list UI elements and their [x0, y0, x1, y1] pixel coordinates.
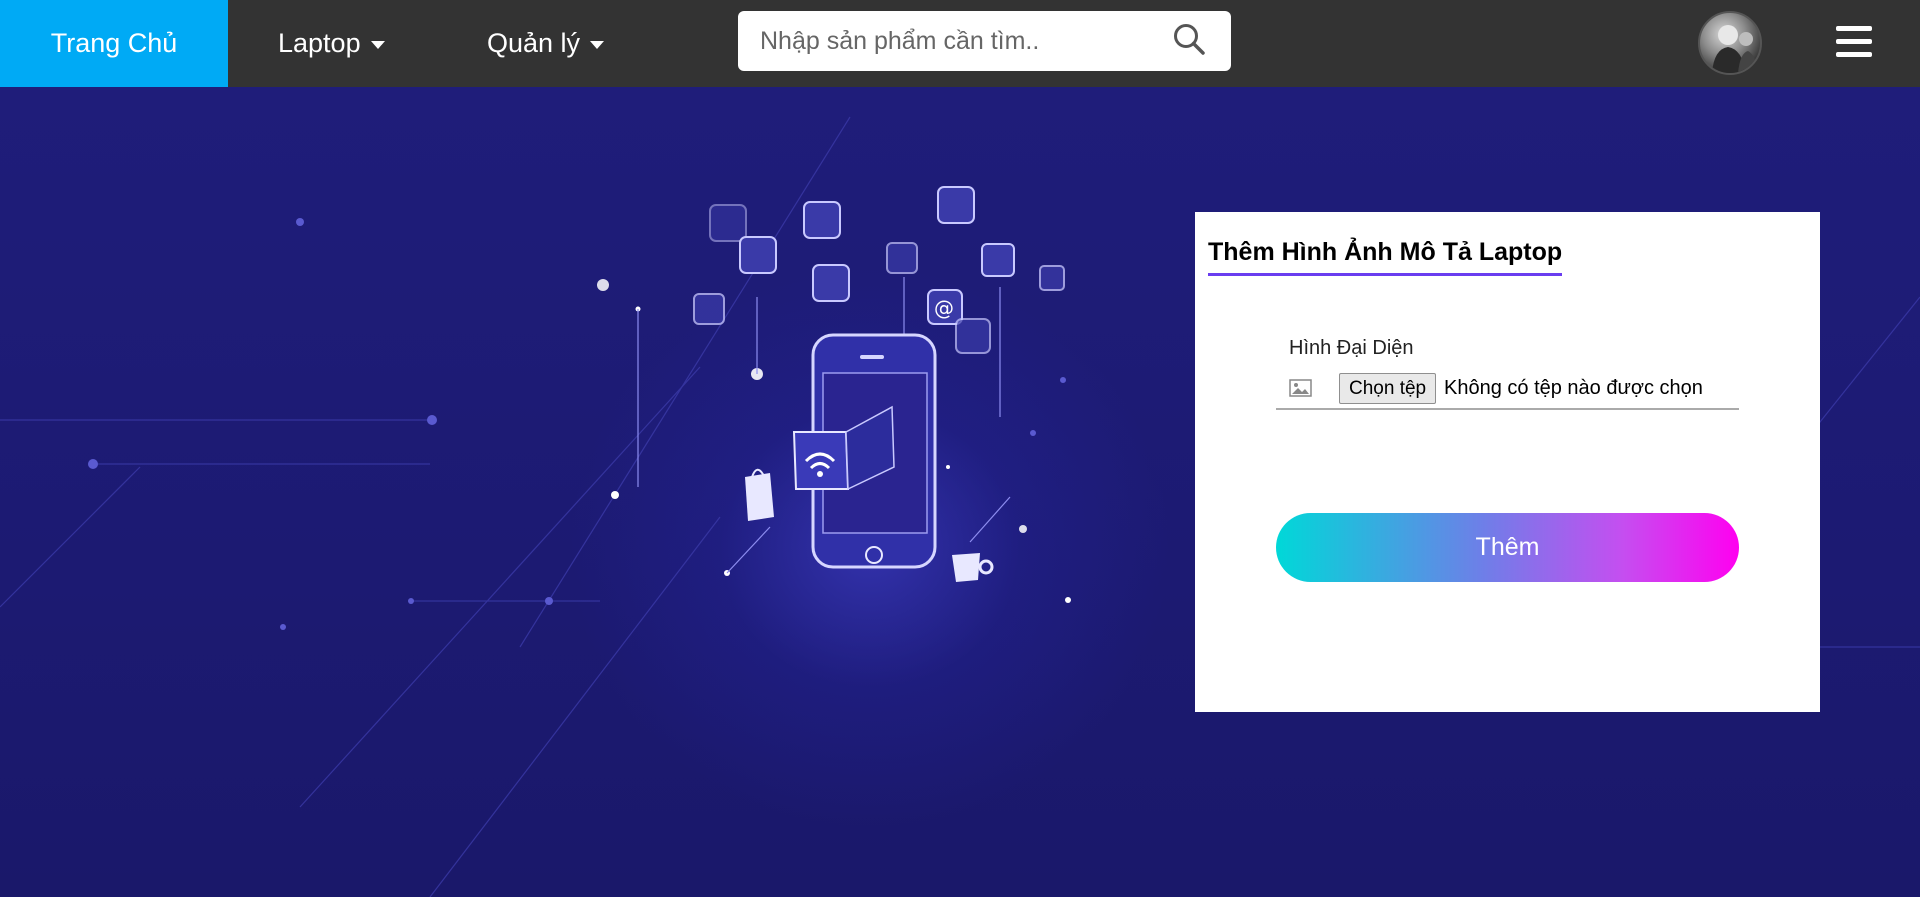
nav-manage-dropdown[interactable]: Quản lý: [487, 0, 605, 87]
nav-manage-label: Quản lý: [487, 28, 581, 58]
search-icon[interactable]: [1172, 22, 1206, 56]
nav-laptop-label: Laptop: [278, 28, 361, 58]
caret-down-icon: [590, 41, 605, 49]
image-icon: [1289, 379, 1312, 397]
add-button[interactable]: Thêm: [1276, 513, 1739, 582]
field-label-avatar-image: Hình Đại Diện: [1289, 337, 1414, 359]
file-status-text: Không có tệp nào được chọn: [1444, 377, 1703, 399]
nav-laptop-dropdown[interactable]: Laptop: [278, 0, 385, 87]
avatar-image: [1712, 25, 1758, 73]
form-title: Thêm Hình Ảnh Mô Tả Laptop: [1208, 238, 1563, 276]
caret-down-icon: [370, 41, 385, 49]
top-navbar: Trang Chủ Laptop Quản lý: [0, 0, 1920, 87]
add-image-form-card: Thêm Hình Ảnh Mô Tả Laptop Hình Đại Diện…: [1195, 212, 1820, 712]
svg-text:@: @: [934, 296, 954, 320]
file-input-row: Chọn tệp Không có tệp nào được chọn: [1276, 365, 1739, 410]
search-input[interactable]: [760, 11, 1160, 71]
hamburger-menu-icon[interactable]: [1836, 26, 1872, 58]
nav-home-link[interactable]: Trang Chủ: [0, 0, 228, 87]
choose-file-button[interactable]: Chọn tệp: [1339, 373, 1437, 404]
search-box: [738, 11, 1231, 71]
user-avatar[interactable]: [1698, 11, 1762, 75]
